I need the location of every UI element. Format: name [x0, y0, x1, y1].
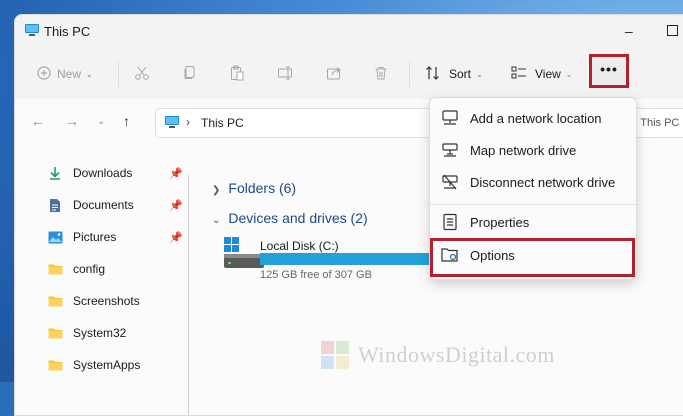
watermark-logo-icon — [321, 341, 349, 369]
sidebar-item-documents[interactable]: Documents — [47, 195, 134, 215]
sort-icon — [425, 65, 441, 84]
command-bar: New ⌄ Sort ⌄ View ⌄ ••• — [15, 49, 683, 100]
drive-name: Local Disk (C:) — [260, 239, 339, 253]
new-label: New — [57, 67, 82, 81]
chevron-down-icon: ⌄ — [212, 215, 221, 226]
this-pc-icon — [164, 115, 180, 134]
sidebar-item-label: config — [73, 262, 106, 276]
folder-icon — [47, 357, 63, 373]
sidebar-item-systemapps[interactable]: SystemApps — [47, 355, 140, 375]
minimize-button[interactable]: – — [625, 23, 633, 39]
sidebar-item-config[interactable]: config — [47, 259, 105, 279]
pin-icon[interactable]: 📌 — [169, 167, 183, 180]
breadcrumb-chevron-icon: › — [186, 115, 190, 129]
sidebar-item-label: SystemApps — [73, 358, 141, 372]
rename-button[interactable] — [277, 61, 295, 87]
navigation-pane: Downloads 📌 Documents 📌 Pictures 📌 confi… — [15, 147, 187, 415]
sidebar-item-label: Pictures — [73, 230, 117, 244]
folder-icon — [47, 261, 63, 277]
sidebar-item-label: Downloads — [73, 166, 133, 180]
recent-locations-chevron-icon[interactable]: ⌄ — [97, 116, 105, 127]
paste-icon — [229, 65, 245, 84]
view-icon — [511, 66, 527, 83]
cut-button[interactable] — [134, 61, 150, 87]
devices-group-header[interactable]: ⌄ Devices and drives (2) — [212, 210, 368, 226]
chevron-right-icon: ❯ — [212, 185, 221, 196]
back-arrow-icon[interactable]: ← — [31, 113, 45, 129]
up-arrow-icon[interactable]: ↑ — [123, 113, 130, 129]
devices-group-label: Devices and drives (2) — [228, 210, 368, 226]
network-location-icon — [440, 108, 460, 128]
pin-icon[interactable]: 📌 — [169, 199, 183, 212]
maximize-button[interactable] — [667, 23, 678, 39]
see-more-button[interactable]: ••• — [589, 54, 629, 88]
toolbar-divider — [409, 61, 410, 87]
trash-icon — [373, 65, 389, 84]
delete-button[interactable] — [373, 61, 389, 87]
copy-icon — [182, 65, 198, 84]
copy-button[interactable] — [182, 61, 198, 87]
view-label: View — [535, 67, 561, 81]
breadcrumb-this-pc[interactable]: This PC — [201, 116, 244, 130]
rename-icon — [277, 65, 295, 84]
paste-button[interactable] — [229, 61, 245, 87]
menu-item-label: Disconnect network drive — [470, 174, 616, 190]
map-drive-icon — [440, 140, 460, 160]
view-button[interactable]: View ⌄ — [511, 61, 573, 87]
menu-item-properties[interactable]: Properties — [430, 208, 636, 236]
share-button[interactable] — [326, 61, 342, 87]
chevron-down-icon: ⌄ — [565, 69, 573, 79]
folder-icon — [47, 325, 63, 341]
toolbar-divider — [118, 61, 119, 87]
sidebar-item-system32[interactable]: System32 — [47, 323, 126, 343]
watermark: WindowsDigital.com — [320, 340, 555, 370]
folders-group-label: Folders (6) — [228, 180, 297, 196]
folders-group-header[interactable]: ❯ Folders (6) — [212, 180, 296, 196]
sidebar-item-label: System32 — [73, 326, 127, 340]
plus-circle-icon — [37, 65, 51, 83]
sort-button[interactable]: Sort ⌄ — [425, 61, 483, 87]
sidebar-item-label: Documents — [73, 198, 134, 212]
disconnect-drive-icon — [440, 172, 460, 192]
menu-item-map-network-drive[interactable]: Map network drive — [430, 136, 636, 164]
this-pc-icon — [24, 23, 40, 42]
download-icon — [47, 165, 63, 181]
document-icon — [47, 197, 63, 213]
sidebar-item-pictures[interactable]: Pictures — [47, 227, 116, 247]
menu-divider — [430, 204, 636, 205]
pin-icon[interactable]: 📌 — [169, 231, 183, 244]
share-icon — [326, 65, 342, 84]
scissors-icon — [134, 65, 150, 84]
options-highlight-box — [430, 238, 635, 277]
menu-item-disconnect-network-drive[interactable]: Disconnect network drive — [430, 168, 636, 196]
window-title: This PC — [44, 24, 91, 39]
chevron-down-icon: ⌄ — [476, 69, 483, 79]
sidebar-item-label: Screenshots — [73, 294, 140, 308]
menu-item-label: Properties — [470, 214, 530, 230]
menu-item-add-network-location[interactable]: Add a network location — [430, 104, 636, 132]
properties-icon — [440, 212, 460, 232]
pane-divider[interactable] — [188, 175, 189, 415]
sort-label: Sort — [449, 67, 472, 81]
chevron-down-icon: ⌄ — [86, 69, 93, 79]
more-options-icon: ••• — [600, 60, 618, 77]
drive-free-space: 125 GB free of 307 GB — [260, 269, 372, 281]
menu-item-label: Add a network location — [470, 110, 602, 126]
pictures-icon — [47, 229, 63, 245]
watermark-text: WindowsDigital.com — [358, 342, 555, 367]
address-bar[interactable]: › This PC — [155, 108, 455, 138]
sidebar-item-screenshots[interactable]: Screenshots — [47, 291, 140, 311]
menu-item-label: Map network drive — [470, 142, 577, 158]
title-bar: This PC – — [15, 15, 683, 49]
sidebar-item-downloads[interactable]: Downloads — [47, 163, 132, 183]
forward-arrow-icon[interactable]: → — [65, 113, 79, 129]
folder-icon — [47, 293, 63, 309]
new-button[interactable]: New ⌄ — [37, 61, 93, 87]
